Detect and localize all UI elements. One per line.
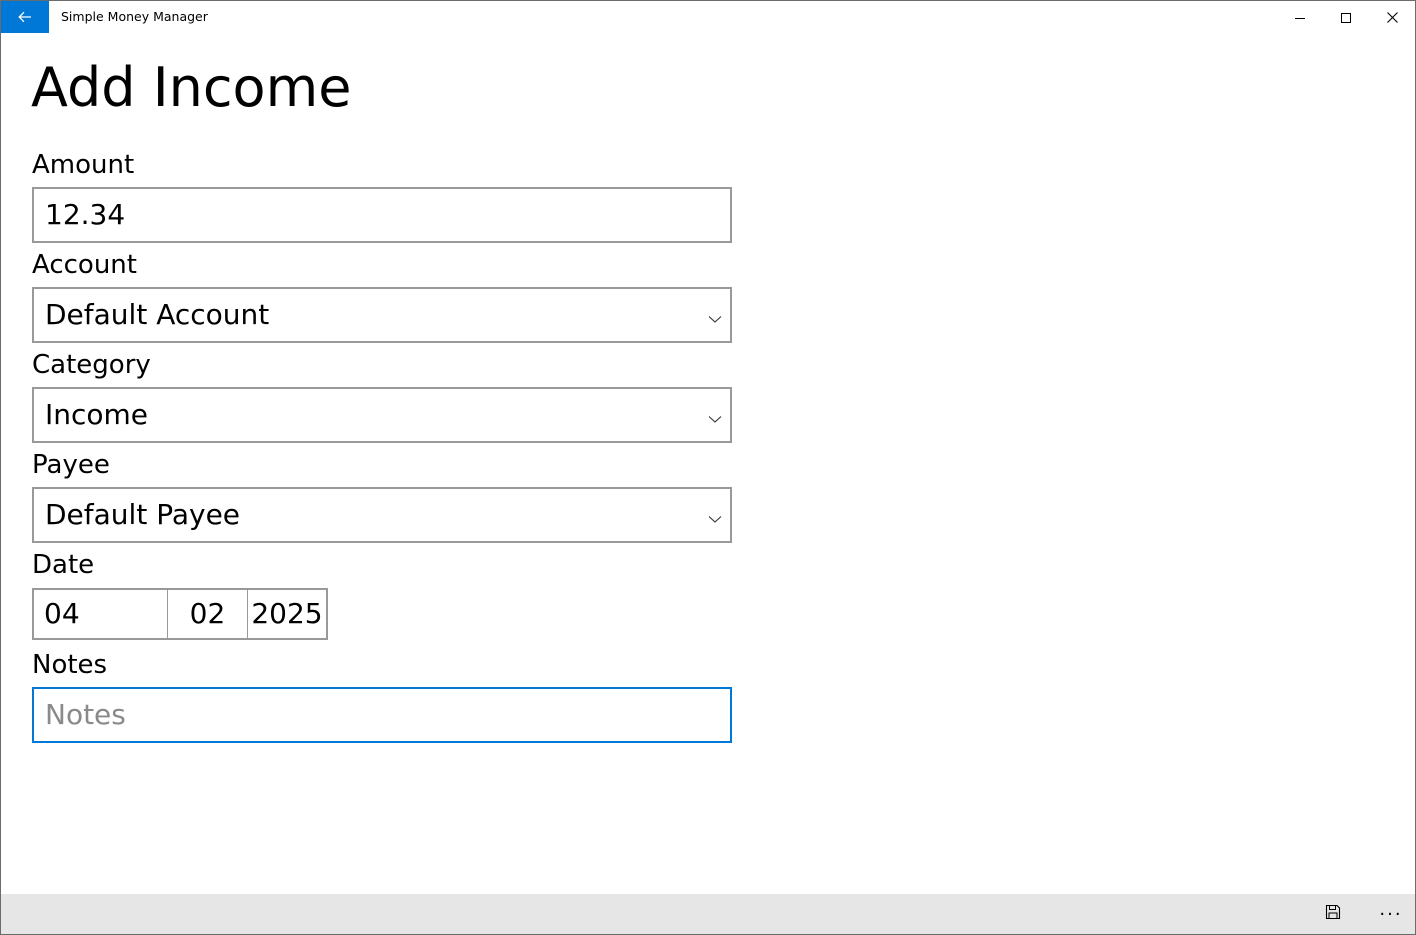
account-dropdown[interactable]: Default Account: [32, 287, 732, 343]
back-button[interactable]: [1, 1, 49, 33]
minimize-button[interactable]: [1277, 1, 1323, 33]
amount-input[interactable]: 12.34: [32, 187, 732, 243]
save-icon: [1325, 904, 1341, 924]
maximize-button[interactable]: [1323, 1, 1369, 33]
category-label: Category: [32, 350, 151, 380]
notes-input[interactable]: Notes: [32, 687, 732, 743]
account-label: Account: [32, 250, 137, 280]
date-day-field[interactable]: 04: [34, 590, 168, 638]
chevron-down-icon: [708, 509, 722, 523]
category-selected: Income: [45, 398, 149, 431]
more-icon: ···: [1379, 903, 1403, 925]
chevron-down-icon: [708, 409, 722, 423]
app-window: Simple Money Manager Add Income Amount 1…: [0, 0, 1416, 935]
notes-placeholder: Notes: [45, 698, 126, 731]
payee-label: Payee: [32, 450, 110, 480]
date-year-field[interactable]: 2025: [248, 590, 326, 638]
payee-dropdown[interactable]: Default Payee: [32, 487, 732, 543]
minimize-icon: [1295, 8, 1305, 27]
category-dropdown[interactable]: Income: [32, 387, 732, 443]
close-icon: [1386, 8, 1398, 27]
maximize-icon: [1341, 8, 1351, 27]
amount-value: 12.34: [45, 198, 126, 231]
page-title: Add Income: [31, 56, 352, 119]
notes-label: Notes: [32, 650, 108, 680]
date-label: Date: [32, 550, 95, 580]
date-picker[interactable]: 04 02 2025: [32, 588, 328, 640]
payee-selected: Default Payee: [45, 498, 241, 531]
window-title: Simple Money Manager: [61, 9, 208, 24]
close-button[interactable]: [1369, 1, 1415, 33]
title-bar: Simple Money Manager: [1, 1, 1415, 33]
chevron-down-icon: [708, 309, 722, 323]
command-bar: ···: [1, 894, 1415, 934]
back-arrow-icon: [18, 8, 32, 27]
amount-label: Amount: [32, 150, 135, 180]
date-month-field[interactable]: 02: [168, 590, 248, 638]
save-button[interactable]: [1313, 894, 1353, 934]
account-selected: Default Account: [45, 298, 270, 331]
more-button[interactable]: ···: [1371, 894, 1411, 934]
